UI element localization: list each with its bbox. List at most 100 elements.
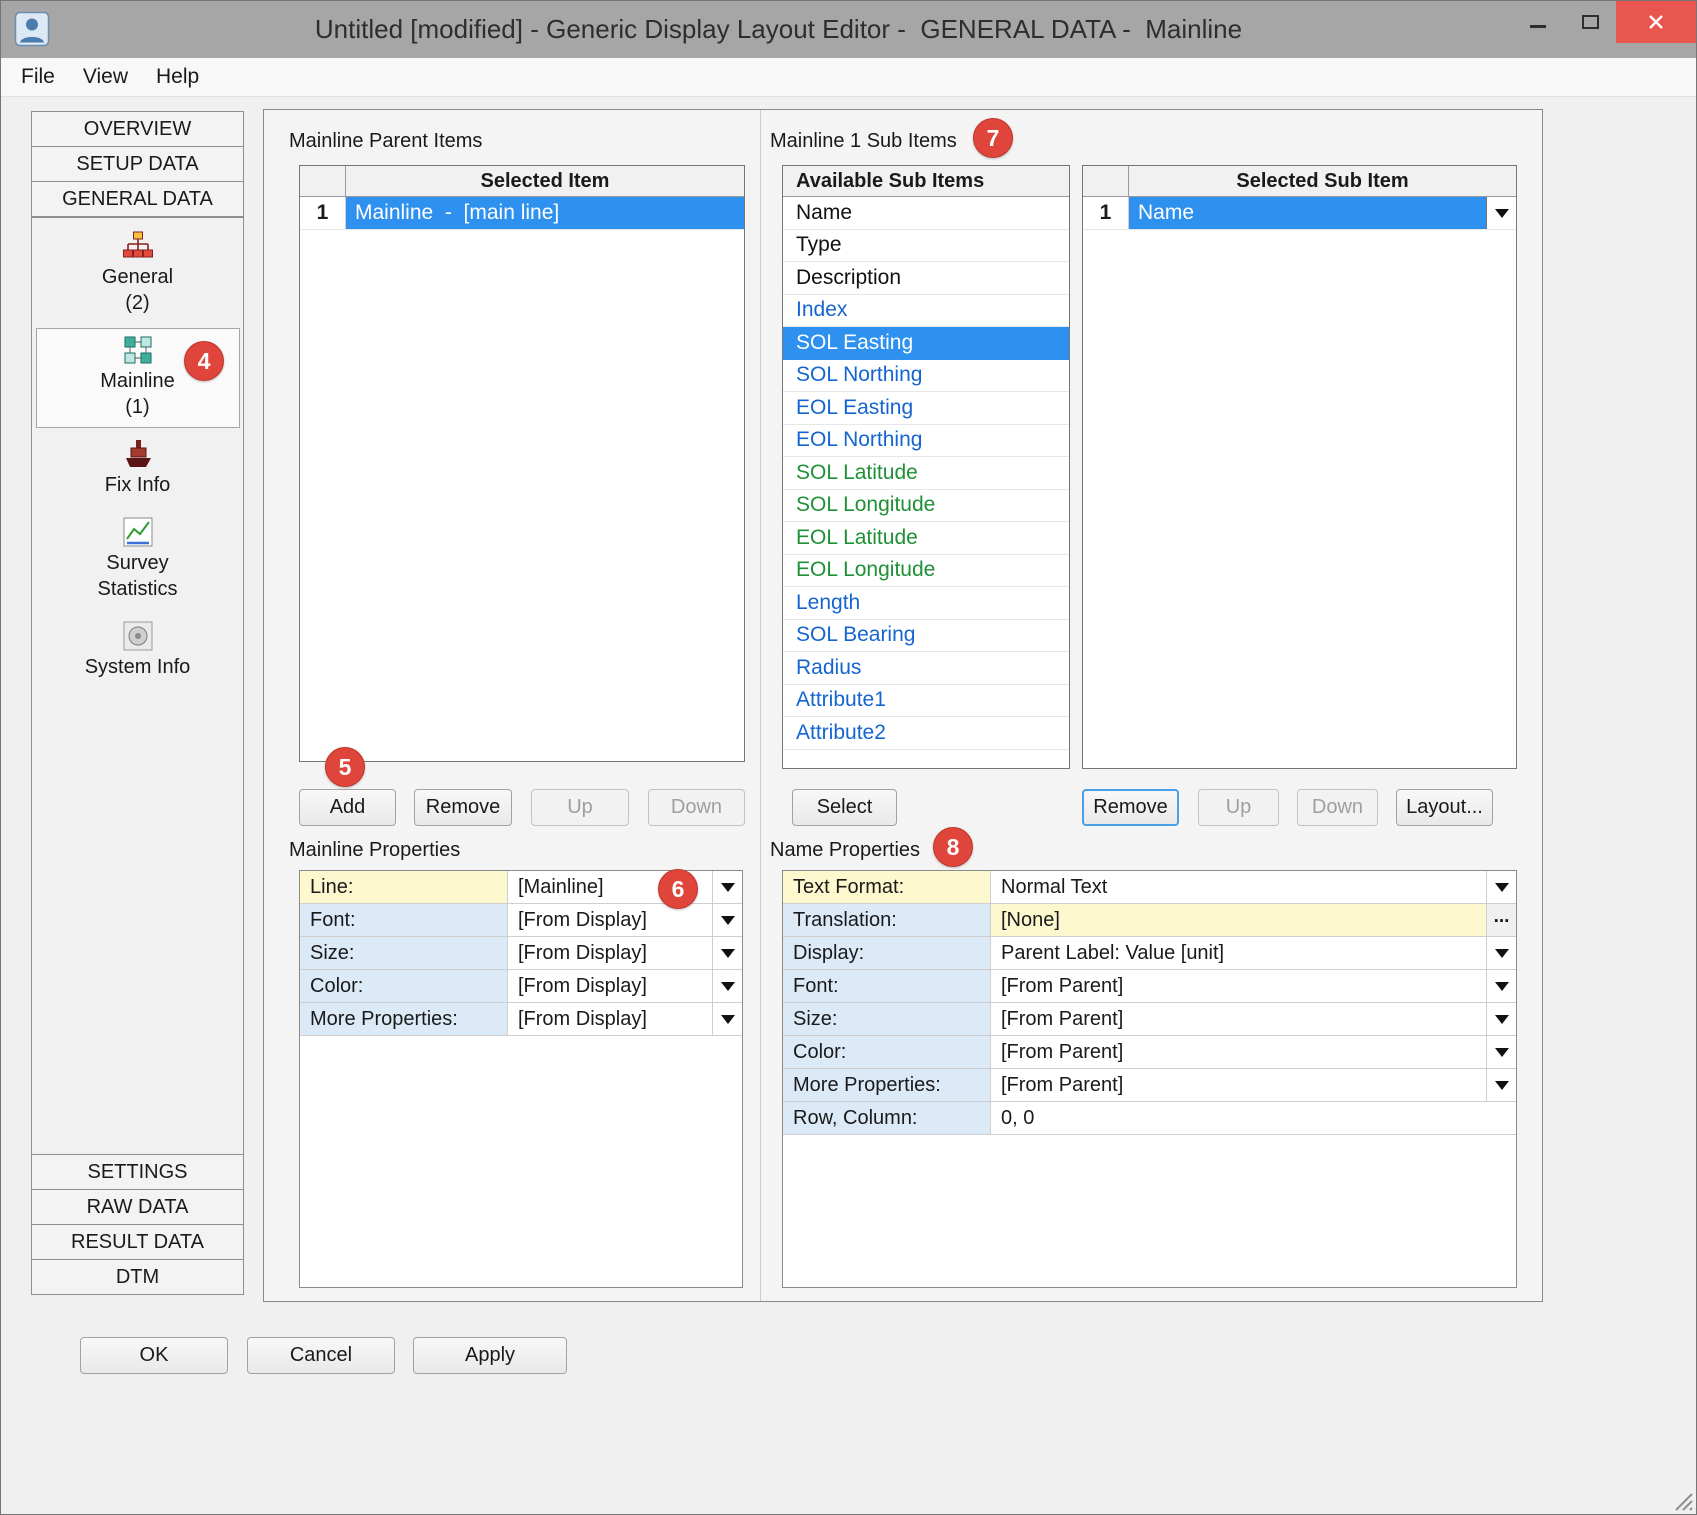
available-sub-item[interactable]: SOL Latitude <box>783 457 1069 490</box>
property-value-text: [None] <box>991 904 1486 936</box>
property-value-field[interactable]: [From Parent] ... <box>991 970 1516 1002</box>
sidebar-tab-general-data[interactable]: GENERAL DATA <box>31 181 244 217</box>
sidebar-tab-raw-data[interactable]: RAW DATA <box>31 1189 244 1225</box>
property-value-field[interactable]: [From Display] ... <box>508 1003 742 1035</box>
property-label: Line: <box>300 871 508 903</box>
down-button[interactable]: Down <box>648 789 745 826</box>
available-sub-item[interactable]: EOL Northing <box>783 425 1069 458</box>
property-value-field[interactable]: [From Display] ... <box>508 904 742 936</box>
sidebar-tab-result-data[interactable]: RESULT DATA <box>31 1224 244 1260</box>
layout-button[interactable]: Layout... <box>1396 789 1493 826</box>
property-value-field[interactable]: [Mainline] ... <box>508 871 742 903</box>
property-row: More Properties: [From Parent] ... <box>783 1069 1516 1102</box>
available-sub-item[interactable]: EOL Longitude <box>783 555 1069 588</box>
property-value-field[interactable]: Parent Label: Value [unit] ... <box>991 937 1516 969</box>
remove-button[interactable]: Remove <box>414 789 512 826</box>
up-button[interactable]: Up <box>531 789 629 826</box>
property-value-field[interactable]: [From Display] ... <box>508 970 742 1002</box>
up-sub-item-button[interactable]: Up <box>1198 789 1279 826</box>
menu-view[interactable]: View <box>83 65 128 89</box>
tree-item-survey-statistics[interactable]: Survey Statistics <box>36 510 240 610</box>
property-value-field[interactable]: [From Parent] ... <box>991 1036 1516 1068</box>
resize-grip-icon[interactable] <box>1672 1490 1694 1512</box>
select-button[interactable]: Select <box>792 789 897 826</box>
down-sub-item-button[interactable]: Down <box>1297 789 1378 826</box>
selected-sub-item-row[interactable]: 1 Name <box>1083 197 1516 230</box>
dropdown-arrow-icon[interactable] <box>1486 937 1516 969</box>
dropdown-arrow-icon[interactable] <box>712 1003 742 1035</box>
property-label: Text Format: <box>783 871 991 903</box>
sidebar-tab-setup-data[interactable]: SETUP DATA <box>31 146 244 182</box>
minimize-button[interactable] <box>1512 1 1564 43</box>
property-row: Display: Parent Label: Value [unit] ... <box>783 937 1516 970</box>
dropdown-arrow-icon[interactable] <box>1486 970 1516 1002</box>
available-sub-item[interactable]: Radius <box>783 652 1069 685</box>
dropdown-arrow-icon[interactable] <box>1486 1069 1516 1101</box>
available-sub-item[interactable]: Description <box>783 262 1069 295</box>
dropdown-arrow-icon[interactable] <box>1486 1003 1516 1035</box>
maximize-button[interactable] <box>1564 1 1616 43</box>
available-sub-item[interactable]: Length <box>783 587 1069 620</box>
add-button[interactable]: Add <box>299 789 396 826</box>
available-sub-item[interactable]: SOL Bearing <box>783 620 1069 653</box>
parent-item-value[interactable]: Mainline - [main line] <box>346 197 744 229</box>
property-value-field[interactable]: [None] ... <box>991 904 1516 936</box>
apply-button[interactable]: Apply <box>413 1337 567 1374</box>
available-sub-item-label: Index <box>796 298 847 322</box>
ellipsis-button[interactable]: ... <box>1486 904 1516 936</box>
sidebar-tab-settings[interactable]: SETTINGS <box>31 1154 244 1190</box>
parent-item-row[interactable]: 1 Mainline - [main line] <box>300 197 744 230</box>
available-sub-item[interactable]: Attribute1 <box>783 685 1069 718</box>
titlebar[interactable]: Untitled [modified] - Generic Display La… <box>1 1 1696 58</box>
dropdown-arrow-icon[interactable] <box>712 970 742 1002</box>
available-sub-item[interactable]: SOL Longitude <box>783 490 1069 523</box>
system-info-icon <box>37 620 239 654</box>
dropdown-arrow-icon[interactable] <box>1486 197 1516 229</box>
property-value-text: [From Parent] <box>991 1003 1486 1035</box>
property-value-field[interactable]: Normal Text ... <box>991 871 1516 903</box>
available-sub-items-list: Available Sub Items Name Type Descriptio… <box>782 165 1070 769</box>
property-value-text: [From Display] <box>508 1003 712 1035</box>
available-sub-item[interactable]: EOL Easting <box>783 392 1069 425</box>
close-button[interactable] <box>1616 1 1696 43</box>
tree-item-fix-info[interactable]: Fix Info <box>36 432 240 506</box>
available-sub-item[interactable]: Attribute2 <box>783 717 1069 750</box>
property-row: Text Format: Normal Text ... <box>783 871 1516 904</box>
window-title: Untitled [modified] - Generic Display La… <box>61 1 1496 58</box>
sidebar-tab-overview[interactable]: OVERVIEW <box>31 111 244 147</box>
sidebar-tab-dtm[interactable]: DTM <box>31 1259 244 1295</box>
tree-item-general[interactable]: General (2) <box>36 224 240 324</box>
cancel-button[interactable]: Cancel <box>247 1337 395 1374</box>
available-sub-item[interactable]: SOL Easting <box>783 327 1069 360</box>
property-value-field[interactable]: [From Parent] ... <box>991 1003 1516 1035</box>
minimize-icon <box>1530 25 1546 28</box>
app-icon[interactable] <box>14 11 50 47</box>
survey-statistics-icon <box>37 516 239 550</box>
menu-file[interactable]: File <box>21 65 55 89</box>
dropdown-arrow-icon[interactable] <box>712 904 742 936</box>
available-sub-item-label: Attribute2 <box>796 721 886 745</box>
remove-sub-item-button[interactable]: Remove <box>1082 789 1179 826</box>
dropdown-arrow-icon[interactable] <box>712 937 742 969</box>
available-sub-item[interactable]: Name <box>783 197 1069 230</box>
property-value-field[interactable]: [From Display] ... <box>508 937 742 969</box>
ok-button[interactable]: OK <box>80 1337 228 1374</box>
available-sub-item-label: EOL Latitude <box>796 526 918 550</box>
available-sub-item[interactable]: SOL Northing <box>783 360 1069 393</box>
window-controls <box>1512 1 1696 43</box>
available-sub-item[interactable]: Index <box>783 295 1069 328</box>
available-sub-item[interactable]: Type <box>783 230 1069 263</box>
available-sub-item-label: Attribute1 <box>796 688 886 712</box>
dropdown-arrow-icon[interactable] <box>1486 871 1516 903</box>
property-row: Translation: [None] ... <box>783 904 1516 937</box>
mainline-properties-grid: Line: [Mainline] ... Font: [From Display… <box>299 870 743 1288</box>
tree-item-system-info[interactable]: System Info <box>36 614 240 688</box>
menu-help[interactable]: Help <box>156 65 199 89</box>
available-sub-item[interactable]: EOL Latitude <box>783 522 1069 555</box>
property-row: Font: [From Parent] ... <box>783 970 1516 1003</box>
dropdown-arrow-icon[interactable] <box>712 871 742 903</box>
dropdown-arrow-icon[interactable] <box>1486 1036 1516 1068</box>
selected-sub-item-value[interactable]: Name <box>1129 197 1486 229</box>
property-value-field[interactable]: 0, 0 ... <box>991 1102 1516 1134</box>
property-value-field[interactable]: [From Parent] ... <box>991 1069 1516 1101</box>
